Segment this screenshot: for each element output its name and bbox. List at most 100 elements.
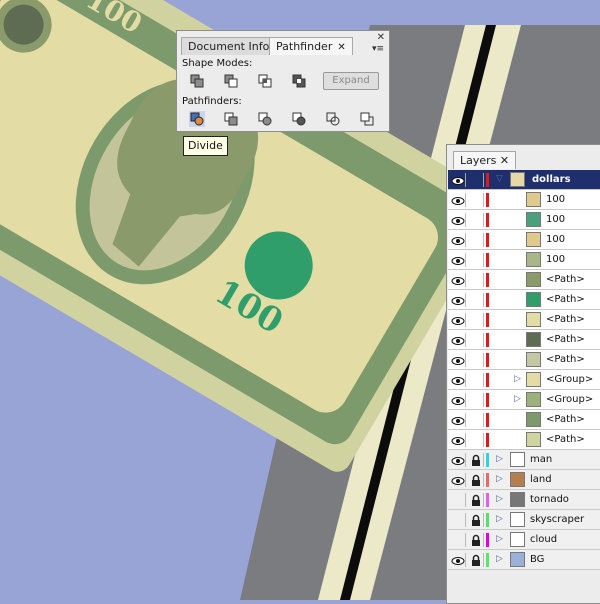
visibility-eye-icon[interactable] <box>451 333 466 347</box>
layer-row[interactable]: ▷ cloud <box>448 530 600 550</box>
layer-row[interactable]: ▷ man <box>448 450 600 470</box>
visibility-eye-icon[interactable] <box>451 373 466 387</box>
expand-triangle-icon[interactable]: ▷ <box>514 394 521 404</box>
visibility-eye-icon[interactable] <box>451 493 466 507</box>
lock-icon[interactable] <box>469 253 484 267</box>
visibility-eye-icon[interactable] <box>451 433 466 447</box>
visibility-eye-icon[interactable] <box>451 413 466 427</box>
lock-icon[interactable] <box>469 553 484 567</box>
sublayer-row[interactable]: ▷ <Group> <box>448 390 600 410</box>
expand-triangle-icon[interactable]: ▷ <box>496 474 503 484</box>
layer-name: 100 <box>546 254 566 265</box>
sublayer-row[interactable]: <Path> <box>448 330 600 350</box>
lock-icon[interactable] <box>469 413 484 427</box>
visibility-eye-icon[interactable] <box>451 293 466 307</box>
lock-icon[interactable] <box>469 273 484 287</box>
sublayer-row[interactable]: 100 <box>448 190 600 210</box>
layer-list: ▽ dollars 100 100 100 100 <Path> <Path> <Path> <P… <box>448 170 600 570</box>
expand-triangle-icon[interactable]: ▷ <box>496 454 503 464</box>
divide-icon[interactable] <box>189 111 205 127</box>
visibility-eye-icon[interactable] <box>451 273 466 287</box>
layer-row[interactable]: ▷ land <box>448 470 600 490</box>
layer-color-swatch <box>486 453 489 467</box>
visibility-eye-icon[interactable] <box>451 513 466 527</box>
layer-color-swatch <box>486 233 489 247</box>
lock-icon[interactable] <box>469 353 484 367</box>
layer-row[interactable]: ▷ tornado <box>448 490 600 510</box>
lock-icon[interactable] <box>469 293 484 307</box>
tab-pathfinder[interactable]: Pathfinder ✕ <box>269 37 353 55</box>
close-tab-icon[interactable]: ✕ <box>337 42 345 53</box>
expand-triangle-icon[interactable]: ▷ <box>496 534 503 544</box>
layer-name: <Path> <box>546 414 585 425</box>
trim-icon[interactable] <box>223 111 239 127</box>
sublayer-row[interactable]: 100 <box>448 250 600 270</box>
outline-icon[interactable] <box>325 111 341 127</box>
visibility-eye-icon[interactable] <box>451 393 466 407</box>
exclude-icon[interactable] <box>291 73 307 89</box>
lock-icon[interactable] <box>469 493 484 507</box>
expand-triangle-icon[interactable]: ▷ <box>514 374 521 384</box>
tab-document-info[interactable]: Document Info <box>181 37 277 55</box>
minus-front-icon[interactable] <box>223 73 239 89</box>
close-panel-icon[interactable]: ✕ <box>377 32 385 43</box>
layer-row-header[interactable]: ▽ dollars <box>448 170 600 190</box>
sublayer-row[interactable]: ▷ <Group> <box>448 370 600 390</box>
layer-color-swatch <box>486 373 489 387</box>
shape-modes-label: Shape Modes: <box>182 58 253 69</box>
lock-icon[interactable] <box>469 213 484 227</box>
visibility-eye-icon[interactable] <box>451 473 466 487</box>
visibility-eye-icon[interactable] <box>451 193 466 207</box>
visibility-eye-icon[interactable] <box>451 313 466 327</box>
close-tab-icon[interactable]: ✕ <box>500 154 509 167</box>
sublayer-row[interactable]: <Path> <box>448 290 600 310</box>
lock-icon[interactable] <box>469 173 484 187</box>
lock-icon[interactable] <box>469 453 484 467</box>
visibility-eye-icon[interactable] <box>451 233 466 247</box>
minus-back-icon[interactable] <box>359 111 375 127</box>
sublayer-row[interactable]: <Path> <box>448 430 600 450</box>
lock-icon[interactable] <box>469 333 484 347</box>
layer-thumbnail <box>526 352 541 367</box>
expand-button[interactable]: Expand <box>323 72 379 90</box>
unite-icon[interactable] <box>189 73 205 89</box>
layer-name: BG <box>530 554 545 565</box>
sublayer-row[interactable]: <Path> <box>448 310 600 330</box>
collapse-triangle-icon[interactable]: ▽ <box>496 174 503 184</box>
lock-icon[interactable] <box>469 373 484 387</box>
layer-row[interactable]: ▷ skyscraper <box>448 510 600 530</box>
visibility-eye-icon[interactable] <box>451 533 466 547</box>
layers-panel: Layers ✕ ▽ dollars 100 100 100 100 <Path> <Path… <box>446 144 600 604</box>
sublayer-row[interactable]: <Path> <box>448 270 600 290</box>
visibility-eye-icon[interactable] <box>451 353 466 367</box>
lock-icon[interactable] <box>469 193 484 207</box>
merge-icon[interactable] <box>257 111 273 127</box>
layer-color-swatch <box>486 293 489 307</box>
visibility-eye-icon[interactable] <box>451 213 466 227</box>
intersect-icon[interactable] <box>257 73 273 89</box>
lock-icon[interactable] <box>469 393 484 407</box>
visibility-eye-icon[interactable] <box>451 553 466 567</box>
lock-icon[interactable] <box>469 533 484 547</box>
tab-layers[interactable]: Layers ✕ <box>453 151 517 169</box>
crop-icon[interactable] <box>291 111 307 127</box>
lock-icon[interactable] <box>469 473 484 487</box>
lock-icon[interactable] <box>469 433 484 447</box>
sublayer-row[interactable]: 100 <box>448 210 600 230</box>
panel-menu-icon[interactable]: ▾≡ <box>372 44 384 54</box>
layer-thumbnail <box>510 532 525 547</box>
sublayer-row[interactable]: <Path> <box>448 350 600 370</box>
visibility-eye-icon[interactable] <box>451 253 466 267</box>
lock-icon[interactable] <box>469 513 484 527</box>
layer-row[interactable]: ▷ BG <box>448 550 600 570</box>
expand-triangle-icon[interactable]: ▷ <box>496 514 503 524</box>
lock-icon[interactable] <box>469 233 484 247</box>
layer-color-swatch <box>486 493 489 507</box>
visibility-eye-icon[interactable] <box>451 453 466 467</box>
sublayer-row[interactable]: 100 <box>448 230 600 250</box>
expand-triangle-icon[interactable]: ▷ <box>496 554 503 564</box>
visibility-eye-icon[interactable] <box>451 173 466 187</box>
sublayer-row[interactable]: <Path> <box>448 410 600 430</box>
expand-triangle-icon[interactable]: ▷ <box>496 494 503 504</box>
lock-icon[interactable] <box>469 313 484 327</box>
